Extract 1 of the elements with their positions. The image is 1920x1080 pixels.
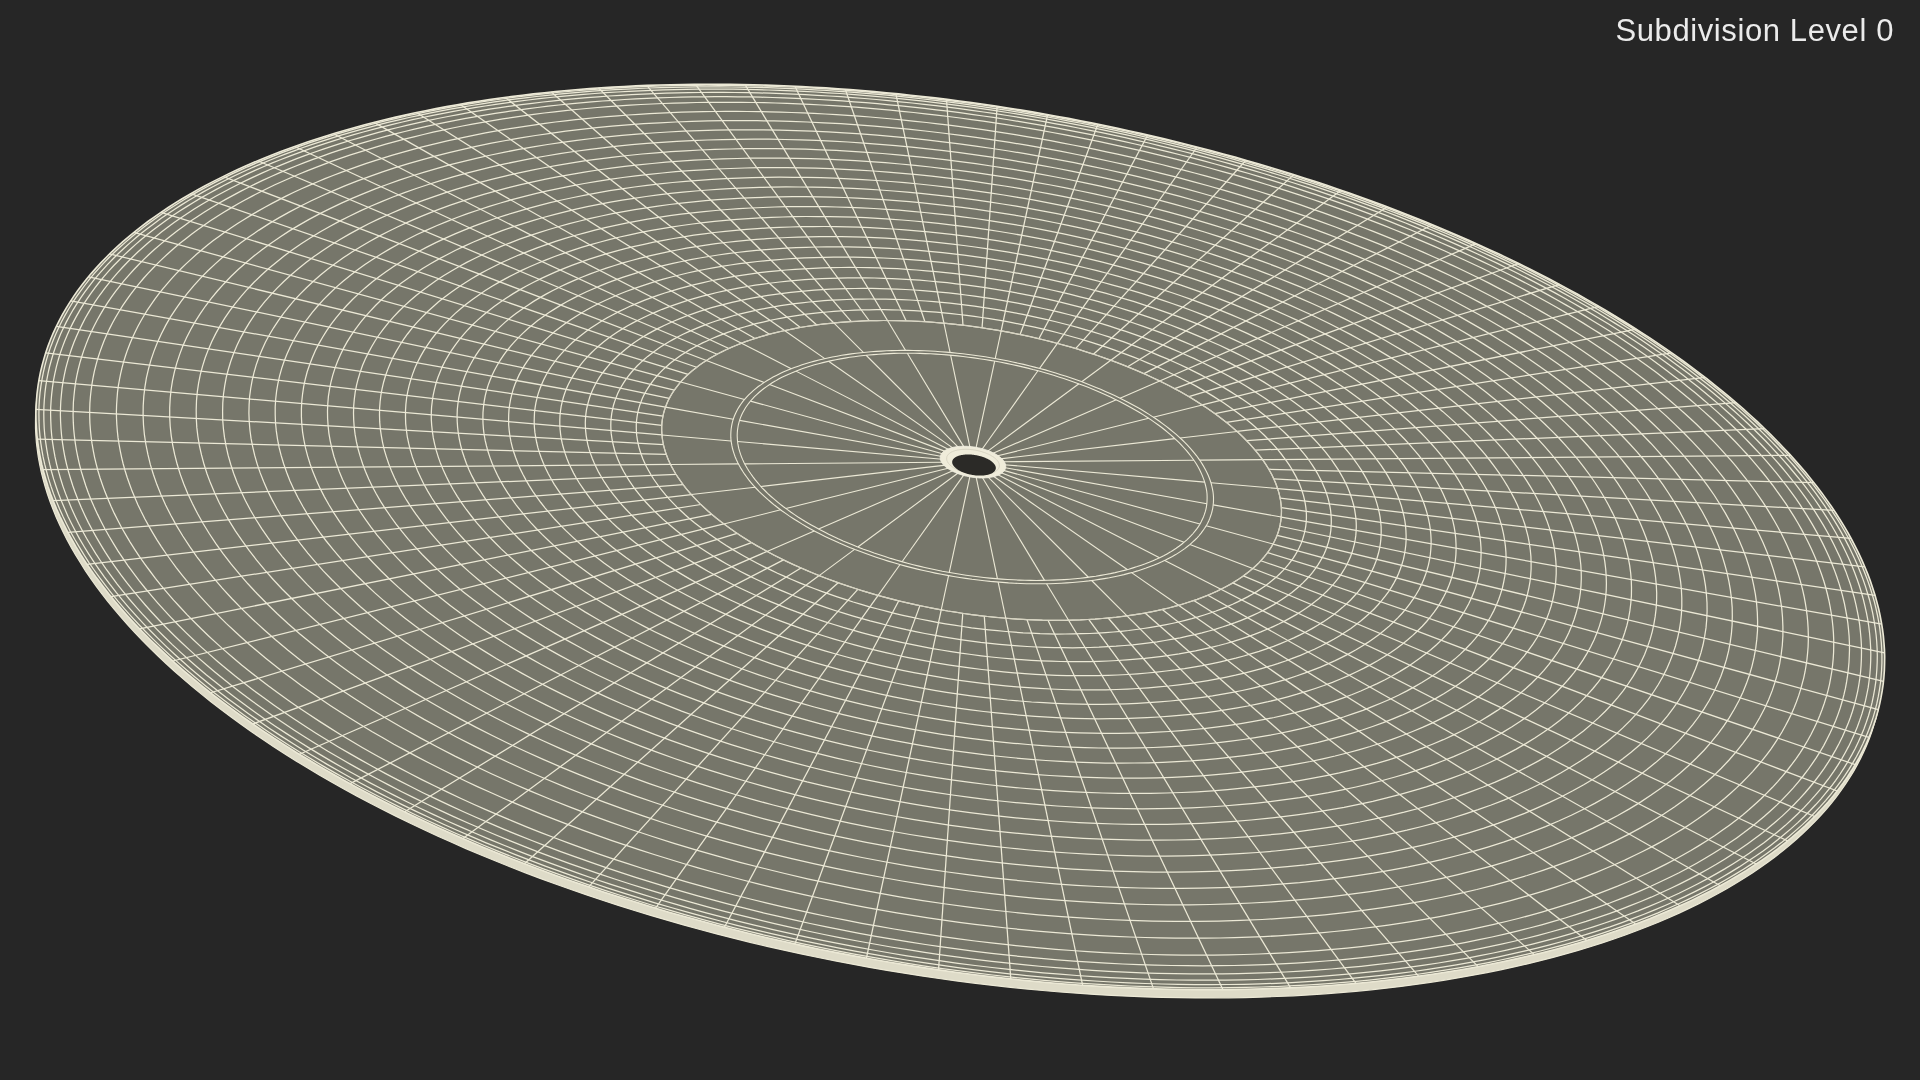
subdivision-level-label: Subdivision Level 0 xyxy=(1615,12,1894,50)
